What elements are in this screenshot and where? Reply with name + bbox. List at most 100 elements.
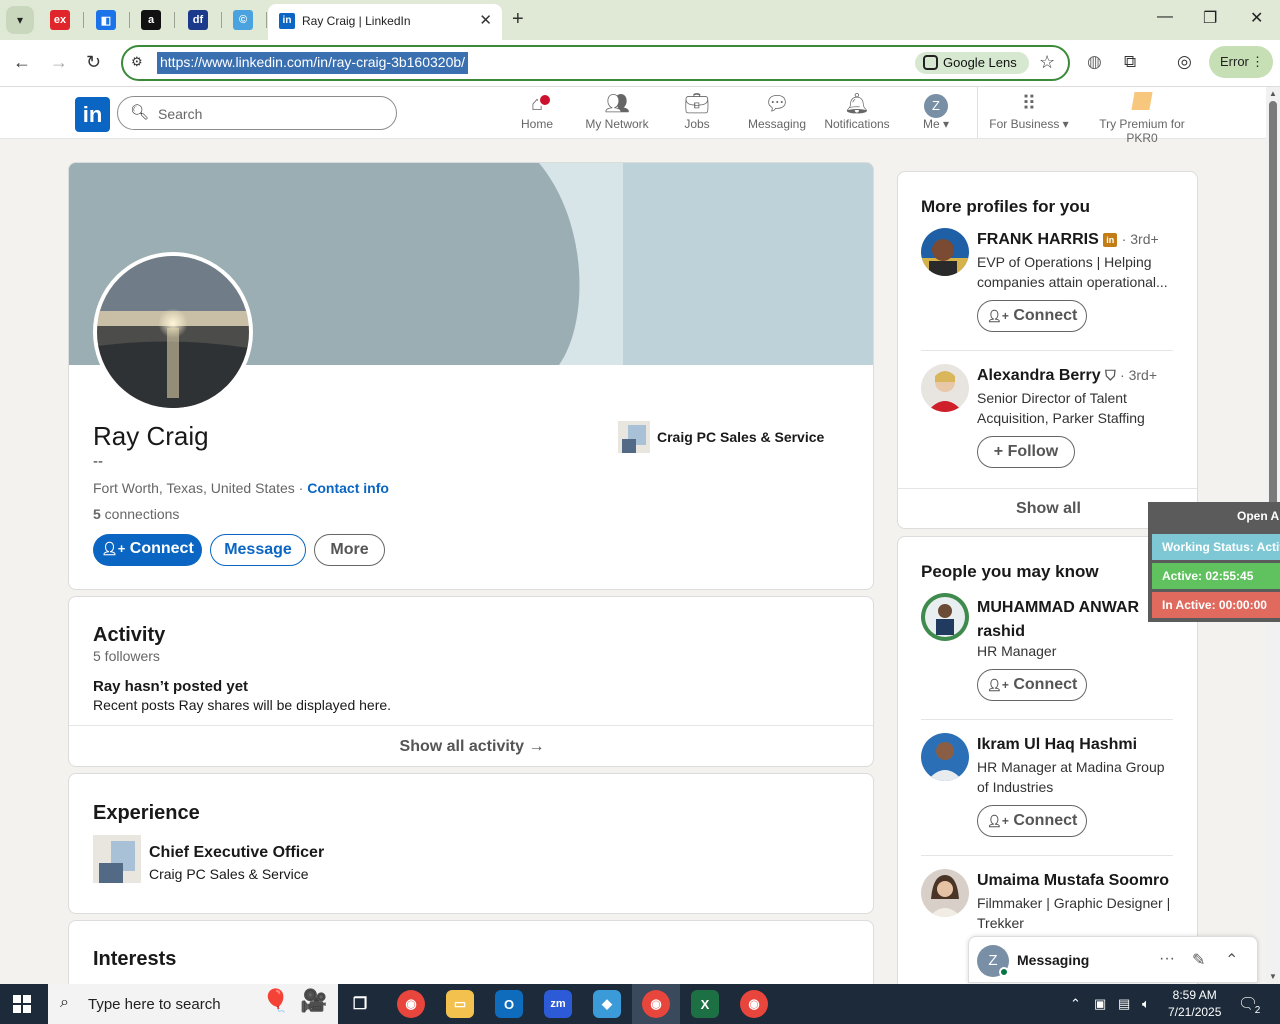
compose-message-icon[interactable]: ✎ [1192, 950, 1205, 970]
show-all-activity-button[interactable]: Show all activity → [69, 726, 873, 766]
scrollbar-thumb[interactable] [1269, 101, 1277, 541]
more-button[interactable]: More [314, 534, 385, 566]
chrome-active-icon[interactable]: ◉ [642, 990, 670, 1018]
balloons-icon: 🎈 [262, 988, 290, 1013]
avatar[interactable] [921, 228, 969, 276]
connect-button[interactable]: 👤︎+ Connect [977, 300, 1087, 332]
nav-home[interactable]: ⌂ Home [516, 91, 558, 131]
task-view-icon[interactable]: ❐ [346, 990, 374, 1018]
muhammad-anwar-photo [921, 593, 969, 641]
avatar[interactable] [921, 364, 969, 412]
app-diamond-icon[interactable]: ◆ [593, 990, 621, 1018]
nav-notifications[interactable]: 🔔︎ Notifications [821, 91, 893, 131]
reload-button[interactable]: ↻ [86, 52, 101, 73]
avatar[interactable] [921, 733, 969, 781]
tab-separator [174, 12, 175, 28]
error-button[interactable]: Error ⋮ [1209, 46, 1273, 78]
experience-role: Chief Executive Officer [149, 844, 325, 861]
frank-harris-name: FRANK HARRIS [977, 231, 1099, 248]
nav-jobs[interactable]: 💼︎ Jobs [677, 91, 717, 131]
clock-date: 7/21/2025 [1168, 1005, 1222, 1019]
connect-button[interactable]: 👤︎+ Connect [977, 669, 1087, 701]
scroll-up-arrow[interactable]: ▲ [1269, 89, 1277, 98]
connect-button[interactable]: 👤︎+ Connect [977, 805, 1087, 837]
site-info-icon[interactable]: ⚙ [131, 54, 143, 70]
nav-my-network[interactable]: 👥︎ My Network [581, 91, 653, 131]
current-company-link[interactable]: Craig PC Sales & Service [616, 420, 824, 454]
profile-name-alexandra-berry[interactable]: Alexandra Berry ⛉ · 3rd+ [977, 367, 1157, 385]
forward-button[interactable]: → [50, 52, 68, 73]
excel-icon[interactable]: X [691, 990, 719, 1018]
profile-icon[interactable]: ◎ [1177, 52, 1192, 72]
scroll-down-arrow[interactable]: ▼ [1269, 972, 1277, 981]
nav-me[interactable]: Z Me ▾ [916, 91, 956, 131]
file-explorer-icon[interactable]: ▭ [446, 990, 474, 1018]
profile-name-muhammad-anwar[interactable]: MUHAMMAD ANWAR rashid [977, 596, 1173, 644]
nav-for-business[interactable]: ⠿ For Business ▾ [986, 91, 1072, 131]
avatar[interactable] [921, 593, 969, 641]
url-text[interactable]: https://www.linkedin.com/in/ray-craig-3b… [157, 52, 469, 74]
tab-linkedin[interactable]: in Ray Craig | LinkedIn ✕ [268, 4, 502, 40]
no-posts-title: Ray hasn’t posted yet [93, 678, 249, 695]
taskbar-clock[interactable]: 8:59 AM 7/21/2025 [1168, 987, 1221, 1021]
linkedin-tab-icon: in [279, 13, 295, 29]
back-button[interactable]: ← [13, 52, 31, 73]
open-app-button[interactable]: Open Ap [1148, 502, 1280, 530]
tab-search-menu-button[interactable]: ▾ [6, 6, 34, 34]
translate-icon[interactable]: ◍ [1087, 52, 1102, 72]
tab-separator [83, 12, 84, 28]
experience-company-logo[interactable] [93, 835, 141, 883]
camera-icon: 🎥 [300, 988, 328, 1013]
new-tab-button[interactable]: + [512, 8, 524, 31]
messaging-overlay[interactable]: Z Messaging ··· ✎ ⌃ [968, 936, 1258, 983]
alexandra-berry-headline: Senior Director of Talent Acquisition, P… [977, 390, 1145, 426]
follow-button[interactable]: + Follow [977, 436, 1075, 468]
outlook-icon[interactable]: O [495, 990, 523, 1018]
minimize-window-button[interactable]: — [1157, 8, 1173, 26]
taskbar-search-input[interactable]: Type here to search [88, 996, 221, 1013]
windows-start-button[interactable] [13, 995, 31, 1013]
tab-favicon-df[interactable]: df [188, 10, 208, 30]
chrome-icon[interactable]: ◉ [397, 990, 425, 1018]
nav-try-premium[interactable]: Try Premium for PKR0 [1082, 91, 1202, 145]
connect-button[interactable]: 👤︎+ Connect [93, 534, 202, 566]
show-hidden-icons-chevron[interactable]: ⌃ [1070, 996, 1081, 1012]
message-button[interactable]: Message [210, 534, 306, 566]
close-window-button[interactable]: ✕ [1250, 8, 1263, 28]
list-divider [921, 719, 1173, 720]
profile-name-umaima-soomro[interactable]: Umaima Mustafa Soomro [977, 872, 1169, 890]
add-person-icon: 👤︎+ [986, 678, 1009, 692]
google-lens-button[interactable]: Google Lens [915, 52, 1029, 74]
zoom-icon[interactable]: zm [544, 990, 572, 1018]
tab-separator [266, 12, 267, 28]
avatar[interactable] [921, 869, 969, 917]
network-icon[interactable]: ▤ [1118, 996, 1130, 1012]
contact-info-link[interactable]: Contact info [307, 480, 389, 496]
linkedin-logo[interactable]: in [75, 97, 110, 132]
connection-degree: · 3rd+ [1120, 367, 1158, 383]
taskbar-search-box[interactable]: ⌕ Type here to search 🎈 🎥 [48, 984, 338, 1024]
profile-photo[interactable] [93, 252, 253, 412]
profile-name-frank-harris[interactable]: FRANK HARRIS in · 3rd+ [977, 231, 1159, 249]
chrome-icon-2[interactable]: ◉ [740, 990, 768, 1018]
profile-name-ikram-hashmi[interactable]: Ikram Ul Haq Hashmi [977, 736, 1137, 754]
chevron-up-icon[interactable]: ⌃ [1225, 950, 1238, 970]
connections-count-line: 5 connections [93, 506, 179, 522]
followers-count: 5 followers [93, 648, 160, 664]
tray-app-icon[interactable]: ▣ [1094, 996, 1106, 1012]
alexandra-berry-degree: 3rd+ [1128, 367, 1158, 383]
tab-favicon-amazon[interactable]: a [141, 10, 161, 30]
address-bar[interactable]: ⚙ https://www.linkedin.com/in/ray-craig-… [121, 45, 1070, 81]
search-input[interactable]: Search [158, 106, 202, 122]
nav-messaging[interactable]: 💬︎ Messaging [745, 91, 809, 131]
more-options-icon[interactable]: ··· [1159, 950, 1175, 968]
tab-favicon-exam[interactable]: ex [50, 10, 70, 30]
volume-icon[interactable]: 🔈︎ [1142, 996, 1150, 1012]
close-tab-icon[interactable]: ✕ [479, 11, 492, 29]
search-bar[interactable]: 🔍︎ Search [117, 96, 397, 130]
tab-favicon-sheets[interactable]: ◧ [96, 10, 116, 30]
restore-window-button[interactable]: ❐ [1203, 8, 1217, 28]
tab-favicon-c[interactable]: © [233, 10, 253, 30]
bookmark-star-icon[interactable]: ☆ [1039, 52, 1055, 73]
extensions-icon[interactable]: ⧉ [1124, 52, 1136, 72]
